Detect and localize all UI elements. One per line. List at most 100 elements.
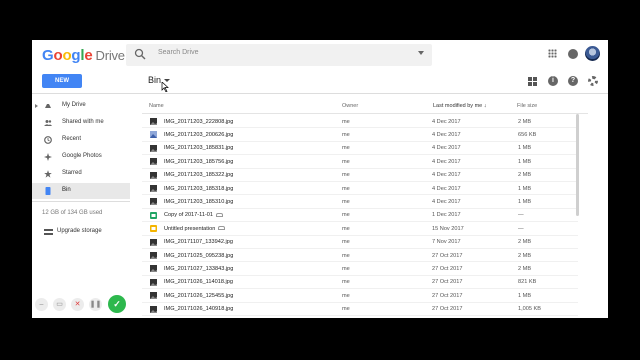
file-name: IMG_20171203_200626.jpg [164, 132, 233, 138]
help-icon[interactable]: ? [568, 76, 578, 86]
sidebar-item-bin[interactable]: Bin [32, 183, 130, 199]
sidebar-item-label: Shared with me [62, 119, 104, 125]
image-icon [150, 292, 157, 300]
clock-icon [44, 136, 52, 144]
sidebar-item-google-photos[interactable]: Google Photos [32, 149, 130, 165]
file-name: IMG_20171026_114018.jpg [164, 279, 233, 285]
expand-arrow-icon[interactable] [35, 104, 38, 108]
table-row[interactable]: IMG_20171203_185310.jpg me 4 Dec 2017 1 MB [142, 195, 578, 209]
sidebar-item-shared[interactable]: Shared with me [32, 115, 130, 131]
file-name-text: IMG_20171203_185318.jpg [164, 185, 234, 192]
file-name: Copy of 2017-11-01 [164, 212, 224, 218]
file-owner: me [342, 265, 350, 272]
file-list: Name Owner Last modified by me ↓ File si… [142, 96, 608, 318]
table-row[interactable]: IMG_20171107_133942.jpg me 7 Nov 2017 2 MB [142, 236, 578, 249]
file-modified: 4 Dec 2017 [432, 118, 461, 125]
file-owner: me [342, 292, 350, 299]
search-options-icon[interactable] [418, 51, 424, 55]
scrollbar[interactable] [576, 114, 579, 216]
file-name-text: IMG_20171203_185756.jpg [164, 158, 234, 165]
file-size: — [518, 212, 524, 219]
image-icon [150, 278, 157, 286]
file-name-text: IMG_20171203_185310.jpg [164, 198, 234, 205]
file-size: 1 MB [518, 198, 532, 205]
image-icon [150, 158, 157, 166]
table-row[interactable]: IMG_20171203_185756.jpg me 4 Dec 2017 1 MB [142, 155, 578, 169]
table-row[interactable]: IMG_20171203_185318.jpg me 4 Dec 2017 1 MB [142, 182, 578, 196]
column-name[interactable]: Name [149, 103, 164, 109]
column-owner[interactable]: Owner [342, 103, 358, 109]
sheets-icon [150, 211, 157, 219]
minimize-icon[interactable]: – [35, 298, 48, 311]
avatar[interactable] [585, 46, 600, 61]
table-row[interactable]: IMG_20171203_222808.jpg me 4 Dec 2017 2 MB [142, 115, 578, 129]
image-icon [150, 185, 157, 192]
pause-icon[interactable]: ❚❚ [89, 298, 102, 311]
file-modified: 27 Oct 2017 [432, 279, 463, 286]
column-modified[interactable]: Last modified by me ↓ [433, 103, 487, 109]
file-size: 2 MB [518, 239, 532, 246]
file-owner: me [342, 172, 350, 179]
google-drive-logo[interactable]: Google Drive [42, 47, 125, 64]
file-name: IMG_20171026_140918.jpg [164, 306, 233, 312]
drive-wordmark: Drive [95, 48, 126, 63]
file-size: 1 MB [518, 145, 532, 152]
grid-view-icon[interactable] [528, 77, 537, 86]
table-row[interactable]: Untitled presentation me 15 Nov 2017 — [142, 222, 578, 236]
image-icon [150, 265, 157, 273]
gear-icon[interactable] [588, 76, 598, 86]
file-name: IMG_20171203_185322.jpg [164, 172, 233, 178]
search-input[interactable]: Search Drive [158, 49, 198, 56]
notifications-icon[interactable] [568, 49, 578, 59]
image-icon [150, 238, 157, 246]
image-icon [150, 144, 157, 152]
sidebar-item-label: Starred [62, 170, 82, 176]
sidebar-item-recent[interactable]: Recent [32, 132, 130, 148]
file-name: IMG_20171026_125455.jpg [164, 293, 233, 299]
file-name-text: IMG_20171203_222808.jpg [164, 118, 234, 125]
table-row[interactable]: IMG_20171027_133843.jpg me 27 Oct 2017 2 MB [142, 262, 578, 276]
camera-icon[interactable]: ▭ [53, 298, 66, 311]
table-row[interactable]: IMG_20171025_095238.jpg me 27 Oct 2017 2 MB [142, 249, 578, 263]
file-owner: me [342, 225, 350, 232]
apps-grid-icon[interactable] [548, 49, 557, 58]
table-row[interactable]: IMG_20171203_200626.jpg me 4 Dec 2017 656 K… [142, 128, 578, 142]
file-size: 2 MB [518, 172, 532, 179]
table-row[interactable]: IMG_20171026_114018.jpg me 27 Oct 2017 821 … [142, 276, 578, 290]
column-size[interactable]: File size [517, 103, 537, 109]
search-box[interactable]: Search Drive [126, 44, 432, 66]
sidebar-item-starred[interactable]: Starred [32, 166, 130, 182]
slides-icon [150, 225, 157, 233]
file-name: IMG_20171203_185756.jpg [164, 159, 233, 165]
table-row[interactable]: IMG_20171203_185831.jpg me 4 Dec 2017 1 MB [142, 142, 578, 156]
sidebar-item-label: Google Photos [62, 153, 102, 159]
sidebar-divider [32, 201, 130, 202]
file-modified: 4 Dec 2017 [432, 185, 461, 192]
info-icon[interactable]: i [548, 76, 558, 86]
table-row[interactable]: Copy of 2017-11-01 me 1 Dec 2017 — [142, 209, 578, 223]
storage-quota: 12 GB of 134 GB used [42, 210, 103, 216]
file-modified: 27 Oct 2017 [432, 292, 463, 299]
file-name: IMG_20171107_133942.jpg [164, 239, 233, 245]
done-check-icon[interactable]: ✓ [108, 295, 126, 313]
bin-icon [45, 187, 51, 195]
table-row[interactable]: IMG_20171026_125455.jpg me 27 Oct 2017 1 MB [142, 289, 578, 303]
upgrade-storage-link[interactable]: Upgrade storage [32, 225, 130, 239]
close-icon[interactable]: ✕ [71, 298, 84, 311]
file-owner: me [342, 145, 350, 152]
table-row[interactable]: IMG_20171203_185322.jpg me 4 Dec 2017 2 MB [142, 169, 578, 182]
file-name: IMG_20171203_185310.jpg [164, 199, 233, 205]
upgrade-storage-label: Upgrade storage [57, 228, 102, 234]
new-button[interactable]: NEW [42, 74, 82, 88]
sidebar-item-label: Bin [62, 187, 71, 193]
file-size: 656 KB [518, 131, 537, 138]
star-icon [44, 170, 52, 178]
file-name: IMG_20171027_133843.jpg [164, 266, 233, 272]
table-row[interactable]: IMG_20171026_140918.jpg me 27 Oct 2017 1,00… [142, 303, 578, 316]
file-size: 1 MB [518, 158, 532, 165]
sidebar-item-my-drive[interactable]: My Drive [32, 98, 130, 114]
file-name-text: IMG_20171026_140918.jpg [164, 306, 234, 313]
breadcrumb[interactable]: Bin [148, 75, 161, 85]
photos-icon [44, 153, 52, 161]
file-name-text: IMG_20171203_185322.jpg [164, 172, 234, 179]
